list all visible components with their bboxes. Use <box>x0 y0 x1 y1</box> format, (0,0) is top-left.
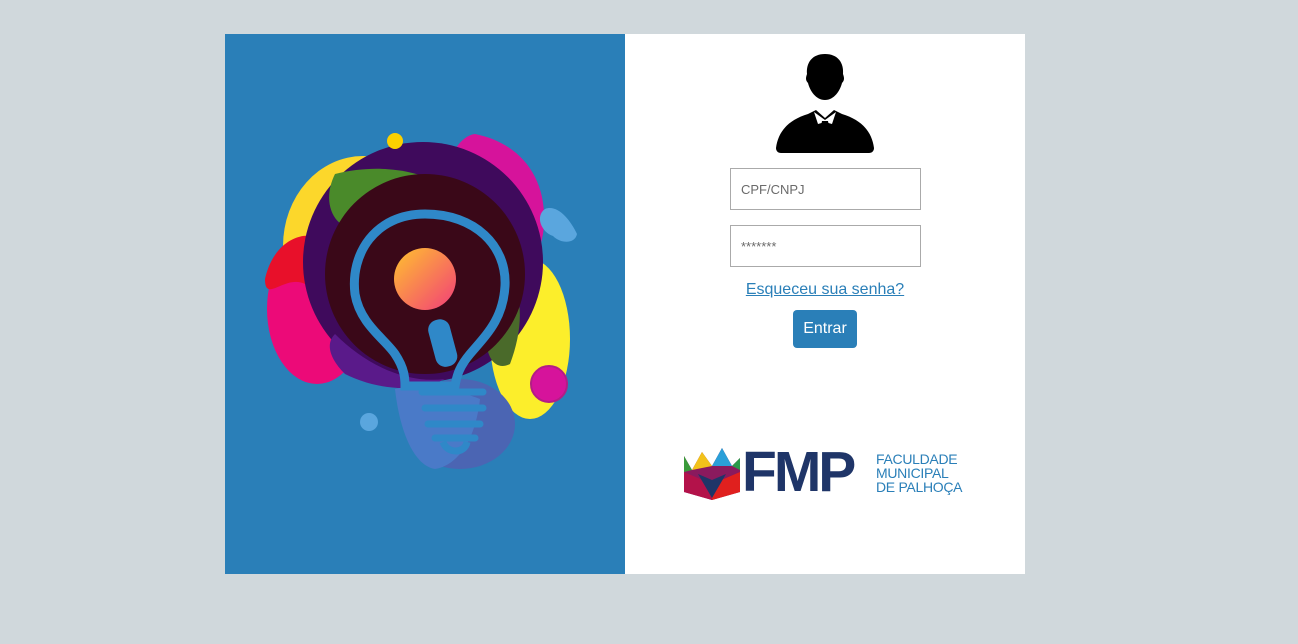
fmp-logo: FMP FACULDADE MUNICIPAL DE PALHOÇA <box>682 442 972 502</box>
logo-line: DE PALHOÇA <box>876 479 963 495</box>
login-button[interactable]: Entrar <box>793 310 857 348</box>
password-input[interactable] <box>730 225 921 267</box>
login-card: Esqueceu sua senha? Entrar FMP FACULDADE… <box>225 34 1025 574</box>
logo-full-name: FACULDADE MUNICIPAL DE PALHOÇA <box>876 452 972 494</box>
logo-line: MUNICIPAL <box>876 465 949 481</box>
lightbulb-illustration <box>265 133 577 469</box>
cpf-cnpj-input[interactable] <box>730 168 921 210</box>
logo-abbreviation: FMP <box>742 440 856 504</box>
logo-line: FACULDADE <box>876 451 958 467</box>
login-panel: Esqueceu sua senha? Entrar FMP FACULDADE… <box>625 34 1025 574</box>
forgot-password-link[interactable]: Esqueceu sua senha? <box>625 281 1025 299</box>
user-avatar-icon <box>776 54 874 153</box>
illustration-panel <box>225 34 625 574</box>
book-logo-icon <box>684 448 740 500</box>
